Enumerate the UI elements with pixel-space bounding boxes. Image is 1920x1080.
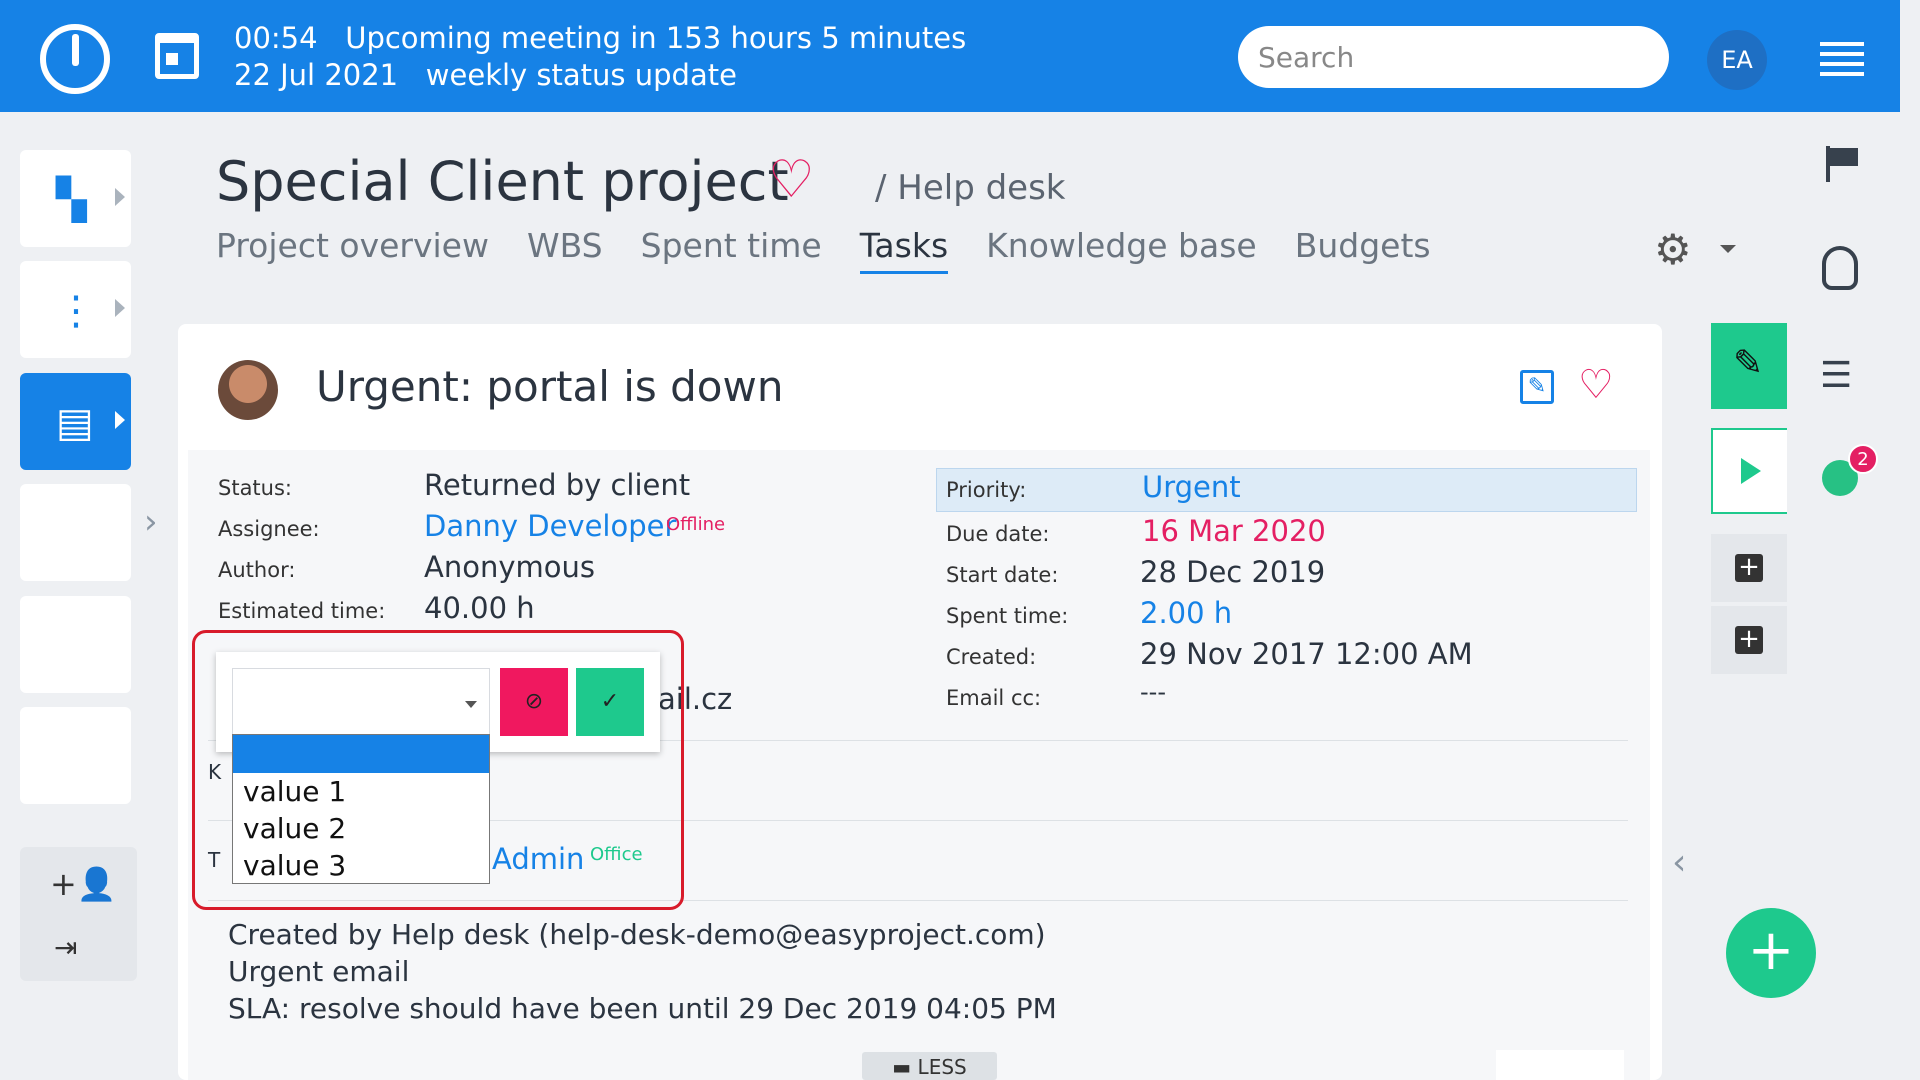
start-timer-button[interactable] bbox=[1711, 428, 1787, 514]
checklist-icon[interactable]: ☰ bbox=[1820, 358, 1852, 394]
chevron-down-icon[interactable] bbox=[1720, 245, 1736, 253]
add-user-icon[interactable]: +👤 bbox=[50, 865, 117, 903]
check-icon: ✓ bbox=[600, 689, 620, 714]
dashboard-icon: ▚ bbox=[56, 177, 87, 223]
created-value: 29 Nov 2017 12:00 AM bbox=[1140, 637, 1473, 671]
tab-project-overview[interactable]: Project overview bbox=[216, 226, 489, 274]
app-logo-icon[interactable] bbox=[40, 24, 110, 94]
favorite-issue-icon[interactable]: ♡ bbox=[1578, 362, 1614, 408]
author-label: Author: bbox=[218, 558, 296, 582]
value-select[interactable] bbox=[232, 668, 490, 736]
priority-value[interactable]: Urgent bbox=[1142, 470, 1241, 504]
tab-spent-time[interactable]: Spent time bbox=[641, 226, 822, 274]
edit-task-button[interactable]: ✎ bbox=[1711, 323, 1787, 409]
favorite-project-icon[interactable]: ♡ bbox=[768, 150, 815, 210]
email-cc-value[interactable]: --- bbox=[1140, 678, 1166, 706]
breadcrumb[interactable]: / Help desk bbox=[875, 168, 1066, 208]
plus-square-icon: + bbox=[1735, 554, 1763, 582]
floating-add-button[interactable]: + bbox=[1726, 908, 1816, 998]
project-title: Special Client project bbox=[216, 150, 789, 213]
due-date-label: Due date: bbox=[946, 522, 1050, 546]
description-line: SLA: resolve should have been until 29 D… bbox=[228, 992, 1057, 1025]
description-line: Created by Help desk (help-desk-demo@eas… bbox=[228, 918, 1046, 951]
author-value: Anonymous bbox=[424, 550, 595, 584]
select-option[interactable]: value 1 bbox=[233, 773, 489, 810]
chevron-down-icon bbox=[465, 701, 477, 708]
play-icon bbox=[1741, 458, 1761, 484]
status-label: Status: bbox=[218, 476, 292, 500]
pencil-icon: ✎ bbox=[1733, 343, 1764, 384]
start-date-label: Start date: bbox=[946, 563, 1059, 587]
sidebar-item-dashboard[interactable]: ▚ bbox=[20, 150, 131, 247]
created-label: Created: bbox=[946, 645, 1037, 669]
meeting-text: Upcoming meeting in 153 hours 5 minutes bbox=[345, 21, 967, 55]
priority-row-highlight bbox=[936, 468, 1637, 512]
select-option-empty[interactable] bbox=[233, 735, 489, 773]
start-date-value[interactable]: 28 Dec 2019 bbox=[1140, 555, 1325, 589]
select-option[interactable]: value 2 bbox=[233, 810, 489, 847]
description-toolbar bbox=[1496, 1050, 1624, 1080]
due-date-value[interactable]: 16 Mar 2020 bbox=[1142, 514, 1326, 548]
meeting-name: weekly status update bbox=[425, 58, 737, 92]
user-avatar[interactable]: EA bbox=[1707, 30, 1767, 90]
sidebar-item-empty-3[interactable] bbox=[20, 707, 131, 804]
clipboard-icon: ▤ bbox=[56, 400, 94, 446]
select-option[interactable]: value 3 bbox=[233, 847, 489, 884]
sidebar-item-empty-1[interactable] bbox=[20, 484, 131, 581]
plus-square-icon: + bbox=[1735, 626, 1763, 654]
less-button[interactable]: ▬ LESS bbox=[862, 1052, 997, 1080]
sidebar-item-empty-2[interactable] bbox=[20, 596, 131, 693]
assignee-label: Assignee: bbox=[218, 517, 320, 541]
tree-icon: ⋮ bbox=[56, 288, 96, 334]
calendar-icon[interactable] bbox=[155, 33, 199, 79]
tab-wbs[interactable]: WBS bbox=[527, 226, 603, 274]
tab-budgets[interactable]: Budgets bbox=[1295, 226, 1431, 274]
add-button-2[interactable]: + bbox=[1711, 606, 1787, 674]
spent-time-value[interactable]: 2.00 h bbox=[1140, 596, 1232, 630]
sidebar-item-tasks[interactable]: ▤ bbox=[20, 373, 131, 470]
timer-badge: 2 bbox=[1848, 444, 1878, 474]
description-line: Urgent email bbox=[228, 955, 410, 988]
assignee-value[interactable]: Danny Developer bbox=[424, 509, 676, 543]
sidebar-item-wbs[interactable]: ⋮ bbox=[20, 261, 131, 358]
collapse-panel-icon[interactable]: ‹ bbox=[1672, 842, 1686, 883]
priority-label: Priority: bbox=[946, 478, 1027, 502]
lightbulb-icon[interactable] bbox=[1822, 246, 1858, 290]
estimated-value[interactable]: 40.00 h bbox=[424, 591, 535, 625]
top-bar: 00:54 Upcoming meeting in 153 hours 5 mi… bbox=[0, 0, 1900, 112]
cancel-icon: ⊘ bbox=[524, 689, 544, 714]
author-avatar bbox=[218, 360, 278, 420]
issue-title: Urgent: portal is down bbox=[316, 362, 784, 411]
menu-icon[interactable] bbox=[1820, 42, 1864, 76]
gear-icon[interactable]: ⚙ bbox=[1654, 228, 1692, 272]
project-tabs: Project overview WBS Spent time Tasks Kn… bbox=[216, 226, 1469, 274]
confirm-button[interactable]: ✓ bbox=[576, 668, 644, 736]
less-label: LESS bbox=[917, 1055, 967, 1079]
flag-icon[interactable] bbox=[1826, 146, 1858, 182]
cancel-button[interactable]: ⊘ bbox=[500, 668, 568, 736]
edit-icon[interactable]: ✎ bbox=[1520, 370, 1554, 404]
tab-tasks[interactable]: Tasks bbox=[859, 226, 949, 274]
expand-sidebar-icon[interactable]: › bbox=[144, 502, 158, 542]
tab-knowledge-base[interactable]: Knowledge base bbox=[986, 226, 1257, 274]
search-input[interactable] bbox=[1238, 26, 1669, 88]
assignee-presence: Offline bbox=[666, 514, 726, 535]
upcoming-meeting[interactable]: 00:54 Upcoming meeting in 153 hours 5 mi… bbox=[234, 20, 966, 94]
spent-time-label: Spent time: bbox=[946, 604, 1069, 628]
sidebar-bottom-actions: +👤 ⇥ bbox=[20, 847, 137, 981]
meeting-date: 22 Jul 2021 bbox=[234, 58, 399, 92]
email-cc-label: Email cc: bbox=[946, 686, 1042, 710]
sign-in-icon[interactable]: ⇥ bbox=[54, 931, 77, 964]
add-button-1[interactable]: + bbox=[1711, 534, 1787, 602]
select-options-list: value 1 value 2 value 3 bbox=[232, 734, 490, 884]
status-value[interactable]: Returned by client bbox=[424, 468, 690, 502]
issue-header: Urgent: portal is down ✎ ♡ bbox=[178, 324, 1662, 450]
estimated-label: Estimated time: bbox=[218, 599, 386, 623]
meeting-time: 00:54 bbox=[234, 21, 318, 55]
